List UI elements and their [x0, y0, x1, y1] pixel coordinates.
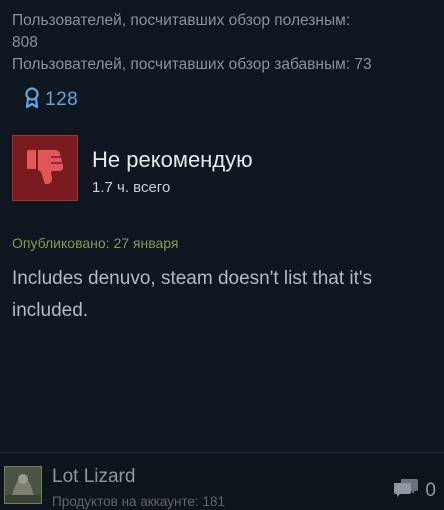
author-products-count[interactable]: Продуктов на аккаунте: 181	[52, 494, 225, 509]
playtime-total: 1.7 ч. всего	[92, 179, 171, 196]
helpful-votes-label: Пользователей, посчитавших обзор полезны…	[12, 12, 351, 29]
comments-link[interactable]: 0	[393, 477, 436, 504]
review-text: Includes denuvo, steam doesn't list that…	[12, 268, 373, 321]
comment-count: 0	[425, 479, 436, 501]
author-name[interactable]: Lot Lizard	[52, 466, 135, 488]
review-card: Пользователей, посчитавших обзор полезны…	[0, 0, 444, 510]
review-verdict: Не рекомендую 1.7 ч. всего	[12, 135, 253, 201]
award-count: 128	[45, 89, 79, 110]
helpful-votes-count: 808	[12, 34, 38, 51]
author-footer: Lot Lizard Продуктов на аккаунте: 181 0	[0, 452, 444, 510]
comment-bubbles-icon	[393, 477, 419, 504]
thumbs-down-icon	[23, 144, 67, 193]
award-summary[interactable]: 128	[24, 86, 79, 114]
posted-date: Опубликовано: 27 января	[12, 235, 179, 251]
verdict-title[interactable]: Не рекомендую	[92, 147, 253, 173]
award-ribbon-icon	[24, 86, 40, 114]
vote-summary: Пользователей, посчитавших обзор полезны…	[12, 10, 436, 76]
thumbs-down-badge	[12, 135, 78, 201]
funny-votes-label: Пользователей, посчитавших обзор забавны…	[12, 56, 372, 73]
avatar[interactable]	[4, 466, 42, 504]
